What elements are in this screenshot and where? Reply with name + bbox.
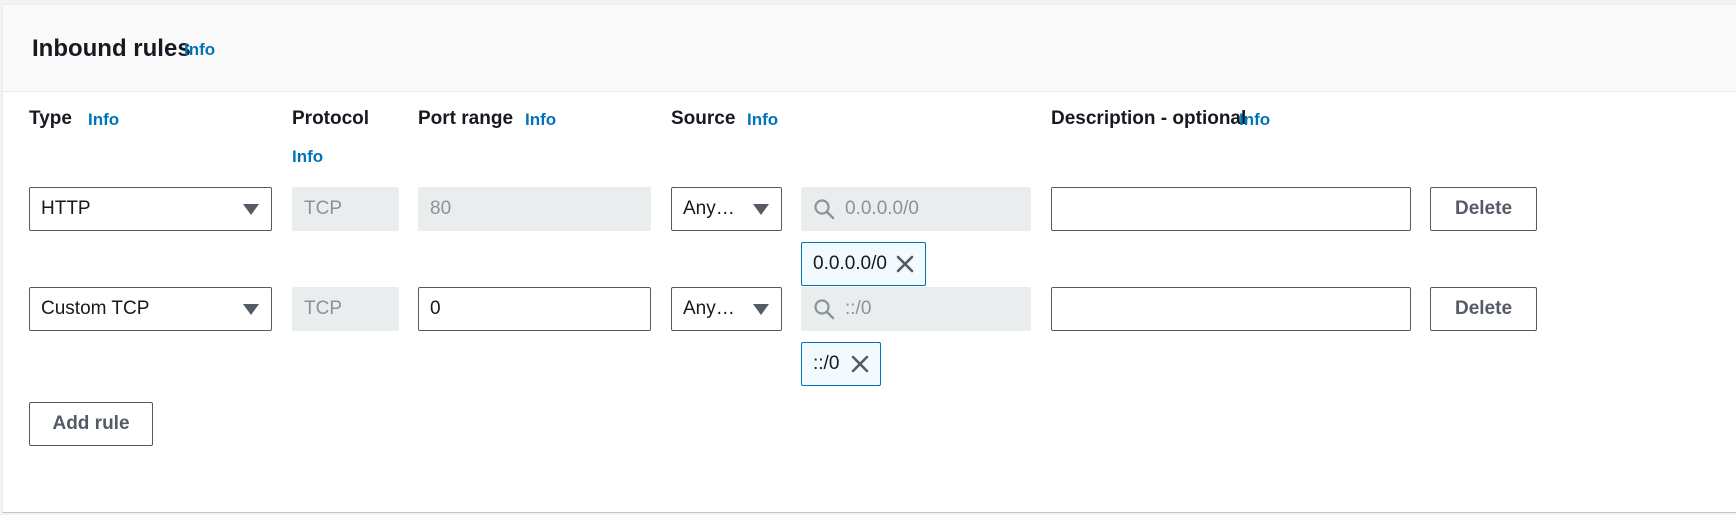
port-range-input[interactable]: 0 xyxy=(418,287,651,331)
column-label-description: Description - optional xyxy=(1051,108,1247,129)
add-rule-button[interactable]: Add rule xyxy=(29,402,153,446)
type-select[interactable]: Custom TCP xyxy=(29,287,272,331)
delete-button[interactable]: Delete xyxy=(1430,187,1537,231)
source-search-placeholder: ::/0 xyxy=(845,298,872,319)
description-info-link[interactable]: Info xyxy=(1239,110,1270,130)
panel-header: Inbound rules Info xyxy=(3,5,1736,92)
delete-button[interactable]: Delete xyxy=(1430,287,1537,331)
source-type-select[interactable]: Any… xyxy=(671,187,782,231)
type-select[interactable]: HTTP xyxy=(29,187,272,231)
protocol-info-link[interactable]: Info xyxy=(292,147,323,167)
close-icon[interactable] xyxy=(850,354,870,374)
description-input[interactable] xyxy=(1051,287,1411,331)
source-info-link[interactable]: Info xyxy=(747,110,778,130)
section-title: Inbound rules xyxy=(32,35,191,62)
caret-down-icon xyxy=(243,304,259,315)
port-range-field: 80 xyxy=(418,187,651,231)
port-range-info-link[interactable]: Info xyxy=(525,110,556,130)
column-label-type: Type xyxy=(29,108,72,129)
description-input[interactable] xyxy=(1051,187,1411,231)
source-token-label: ::/0 xyxy=(813,353,840,374)
protocol-field: TCP xyxy=(292,187,399,231)
inbound-rules-panel: Inbound rules Info Type Info Protocol In… xyxy=(2,4,1736,513)
column-label-port-range: Port range xyxy=(418,108,514,129)
source-search-input[interactable]: 0.0.0.0/0 xyxy=(801,187,1031,231)
source-token-label: 0.0.0.0/0 xyxy=(813,253,887,274)
source-search-placeholder: 0.0.0.0/0 xyxy=(845,198,919,219)
search-icon xyxy=(814,199,835,220)
caret-down-icon xyxy=(243,204,259,215)
type-select-value: Custom TCP xyxy=(41,298,150,319)
section-info-link[interactable]: Info xyxy=(184,40,215,60)
close-icon[interactable] xyxy=(895,254,915,274)
source-type-value: Any… xyxy=(683,298,735,319)
source-token: 0.0.0.0/0 xyxy=(801,242,926,286)
caret-down-icon xyxy=(753,204,769,215)
type-info-link[interactable]: Info xyxy=(88,110,119,130)
source-type-select[interactable]: Any… xyxy=(671,287,782,331)
caret-down-icon xyxy=(753,304,769,315)
source-type-value: Any… xyxy=(683,198,735,219)
search-icon xyxy=(814,299,835,320)
source-token: ::/0 xyxy=(801,342,881,386)
column-label-source: Source xyxy=(671,108,736,129)
protocol-field: TCP xyxy=(292,287,399,331)
type-select-value: HTTP xyxy=(41,198,91,219)
column-label-protocol: Protocol xyxy=(292,108,370,129)
source-search-input[interactable]: ::/0 xyxy=(801,287,1031,331)
